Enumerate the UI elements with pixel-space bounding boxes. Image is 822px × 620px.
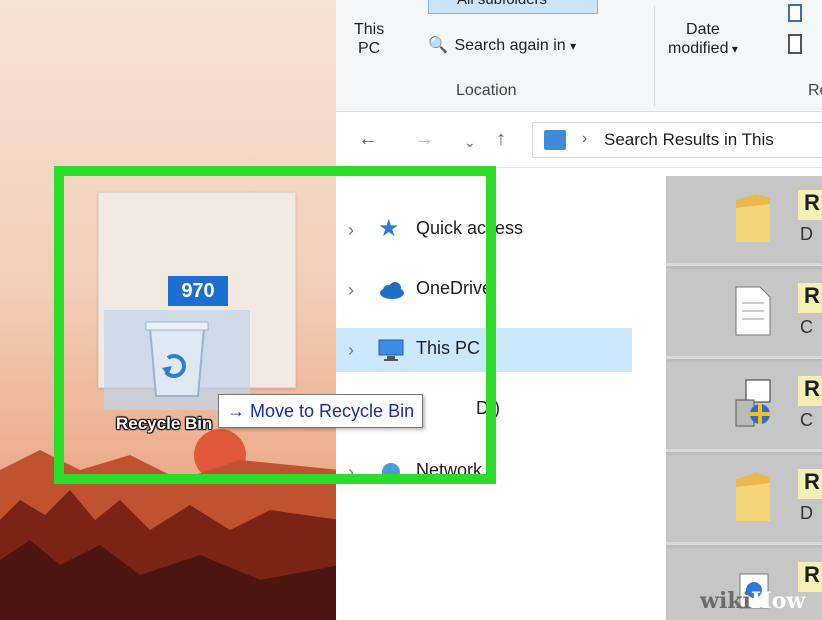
address-bar: ← → ⌄ ↑ › Search Results in This (336, 112, 822, 168)
ribbon: This PC All subfolders 🔍 Search again in… (336, 0, 822, 112)
folder-icon (732, 469, 774, 525)
document-icon (732, 283, 774, 339)
result-row[interactable]: R D (666, 176, 822, 266)
dropdown-arrow-icon: ▾ (570, 39, 577, 53)
breadcrumb-path[interactable]: Search Results in This (604, 130, 774, 150)
dropdown-arrow-icon: ▾ (728, 42, 738, 56)
refine-group-label: Re (808, 82, 822, 99)
search-results-icon (544, 130, 566, 150)
ribbon-separator (654, 6, 655, 106)
location-group-label: Location (456, 82, 517, 99)
wikihow-watermark: wikiHow (700, 588, 806, 614)
recent-locations-chevron-icon[interactable]: ⌄ (464, 134, 476, 151)
date-modified-button[interactable]: Date modified ▾ (668, 20, 738, 59)
result-row[interactable]: R C (666, 269, 822, 359)
size-icon (788, 4, 802, 22)
search-icon: 🔍 (428, 37, 448, 54)
all-subfolders-button[interactable]: All subfolders (428, 0, 598, 14)
this-pc-button[interactable]: This PC (354, 20, 384, 58)
green-highlight-box (54, 166, 496, 484)
forward-arrow-icon[interactable]: → (414, 128, 434, 151)
installer-icon (732, 376, 774, 432)
result-row[interactable]: R D (666, 455, 822, 545)
other-properties-icon (788, 34, 802, 54)
result-row[interactable]: R C (666, 362, 822, 452)
back-arrow-icon[interactable]: ← (358, 128, 378, 151)
breadcrumb-separator-icon: › (582, 130, 588, 147)
folder-icon (732, 190, 774, 246)
search-results-list: R D R C R C R D R (666, 176, 822, 620)
up-arrow-icon[interactable]: ↑ (496, 128, 506, 151)
search-again-in-button[interactable]: 🔍 Search again in ▾ (428, 36, 576, 56)
